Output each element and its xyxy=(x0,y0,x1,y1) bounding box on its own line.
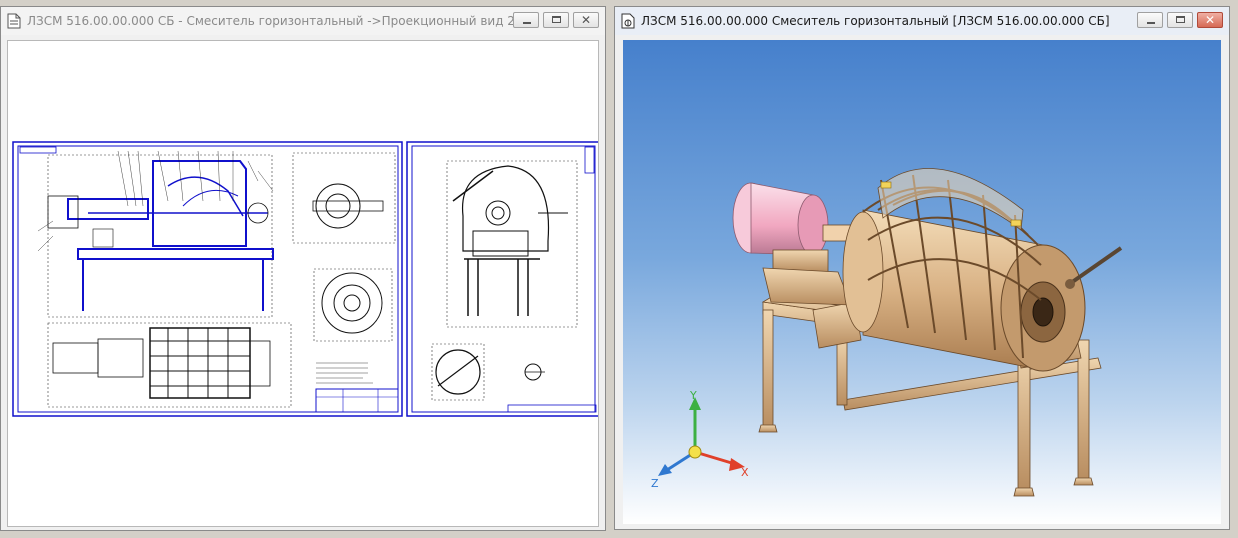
model-close-button[interactable]: ✕ xyxy=(1197,12,1223,28)
model-window-title: ЛЗСМ 516.00.00.000 Смеситель горизонталь… xyxy=(641,14,1110,28)
minimize-icon xyxy=(1147,22,1155,24)
drawing-window-titlebar[interactable]: ЛЗСМ 516.00.00.000 СБ - Смеситель горизо… xyxy=(1,7,605,35)
model-viewport-edge xyxy=(1221,40,1229,524)
drawing-window-title: ЛЗСМ 516.00.00.000 СБ - Смеситель горизо… xyxy=(27,14,515,28)
y-axis-label: Y xyxy=(689,389,697,402)
close-icon: ✕ xyxy=(580,13,592,27)
model-maximize-button[interactable] xyxy=(1167,12,1193,28)
maximize-icon xyxy=(1176,16,1185,23)
model-window[interactable]: ЛЗСМ 516.00.00.000 Смеситель горизонталь… xyxy=(614,6,1230,530)
drawing-viewport[interactable] xyxy=(7,40,599,527)
drawing-close-button[interactable]: ✕ xyxy=(573,12,599,28)
assembly-drawing[interactable] xyxy=(8,41,599,527)
x-axis-label: X xyxy=(741,466,749,479)
drawing-sheet-1 xyxy=(12,141,403,417)
drawing-window[interactable]: ЛЗСМ 516.00.00.000 СБ - Смеситель горизо… xyxy=(0,6,606,531)
coordinate-triad: Y X Z xyxy=(651,389,749,490)
model-window-titlebar[interactable]: ЛЗСМ 516.00.00.000 Смеситель горизонталь… xyxy=(615,7,1229,35)
drawing-document-icon xyxy=(7,13,21,29)
model-viewport[interactable]: Y X Z xyxy=(623,40,1223,524)
electric-motor xyxy=(732,182,859,306)
minimize-icon xyxy=(523,22,531,24)
drawing-sheet-2 xyxy=(406,141,598,417)
mixer-drum xyxy=(842,168,1123,372)
z-axis-label: Z xyxy=(651,477,659,490)
maximize-icon xyxy=(552,16,561,23)
mixer-3d-model[interactable]: Y X Z xyxy=(623,40,1223,524)
assembly-document-icon xyxy=(621,13,635,29)
drawing-maximize-button[interactable] xyxy=(543,12,569,28)
drawing-minimize-button[interactable] xyxy=(513,12,539,28)
close-icon: ✕ xyxy=(1204,13,1216,27)
model-minimize-button[interactable] xyxy=(1137,12,1163,28)
